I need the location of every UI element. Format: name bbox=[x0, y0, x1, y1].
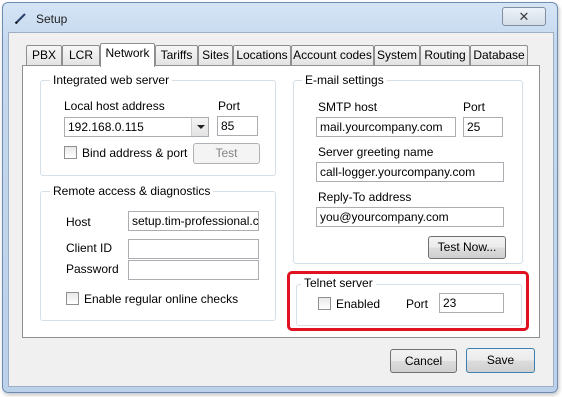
save-button[interactable]: Save bbox=[466, 348, 535, 373]
remote-host-label: Host bbox=[66, 215, 91, 229]
tab-routing[interactable]: Routing bbox=[420, 45, 470, 65]
chevron-down-icon[interactable] bbox=[191, 118, 208, 136]
tab-network[interactable]: Network bbox=[100, 43, 155, 67]
telnet-highlight-annotation bbox=[287, 271, 529, 331]
tab-locations[interactable]: Locations bbox=[233, 45, 291, 65]
reply-to-label: Reply-To address bbox=[318, 190, 412, 204]
smtp-host-input[interactable]: mail.yourcompany.com bbox=[316, 117, 456, 137]
tab-sites[interactable]: Sites bbox=[198, 45, 233, 65]
remote-access-group-title: Remote access & diagnostics bbox=[50, 184, 214, 198]
smtp-port-input[interactable]: 25 bbox=[463, 117, 503, 137]
close-icon: ✕ bbox=[518, 9, 530, 24]
web-server-group-title: Integrated web server bbox=[50, 73, 173, 87]
greeting-name-input[interactable]: call-logger.yourcompany.com bbox=[316, 162, 504, 182]
tab-account-codes[interactable]: Account codes bbox=[291, 45, 374, 65]
email-settings-group-title: E-mail settings bbox=[302, 73, 387, 87]
tab-lcr[interactable]: LCR bbox=[62, 45, 100, 65]
pencil-icon bbox=[14, 13, 26, 25]
client-id-label: Client ID bbox=[66, 241, 113, 255]
password-input[interactable] bbox=[128, 260, 259, 280]
cancel-button[interactable]: Cancel bbox=[390, 349, 457, 373]
bind-address-label: Bind address & port bbox=[82, 146, 188, 160]
online-checks-label: Enable regular online checks bbox=[84, 292, 239, 306]
web-test-button[interactable]: Test bbox=[193, 143, 260, 164]
web-port-input[interactable]: 85 bbox=[217, 116, 258, 136]
web-port-label: Port bbox=[218, 99, 241, 113]
tab-tariffs[interactable]: Tariffs bbox=[155, 45, 198, 65]
online-checks-checkbox[interactable] bbox=[66, 292, 79, 305]
email-test-now-button[interactable]: Test Now... bbox=[428, 236, 506, 259]
local-host-label: Local host address bbox=[64, 99, 165, 113]
close-button[interactable]: ✕ bbox=[502, 7, 546, 26]
bind-address-checkbox[interactable] bbox=[64, 146, 77, 159]
tab-database[interactable]: Database bbox=[470, 45, 528, 65]
client-id-input[interactable] bbox=[128, 239, 259, 259]
tab-system[interactable]: System bbox=[374, 45, 420, 65]
greeting-name-label: Server greeting name bbox=[318, 145, 434, 159]
local-host-combo[interactable]: 192.168.0.115 bbox=[64, 117, 209, 137]
smtp-port-label: Port bbox=[463, 100, 486, 114]
remote-host-input[interactable]: setup.tim-professional.com bbox=[128, 211, 259, 231]
local-host-value: 192.168.0.115 bbox=[68, 120, 144, 134]
password-label: Password bbox=[66, 262, 119, 276]
smtp-host-label: SMTP host bbox=[318, 100, 378, 114]
tab-pbx[interactable]: PBX bbox=[26, 45, 62, 65]
window-title: Setup bbox=[36, 12, 68, 26]
reply-to-input[interactable]: you@yourcompany.com bbox=[316, 207, 504, 227]
